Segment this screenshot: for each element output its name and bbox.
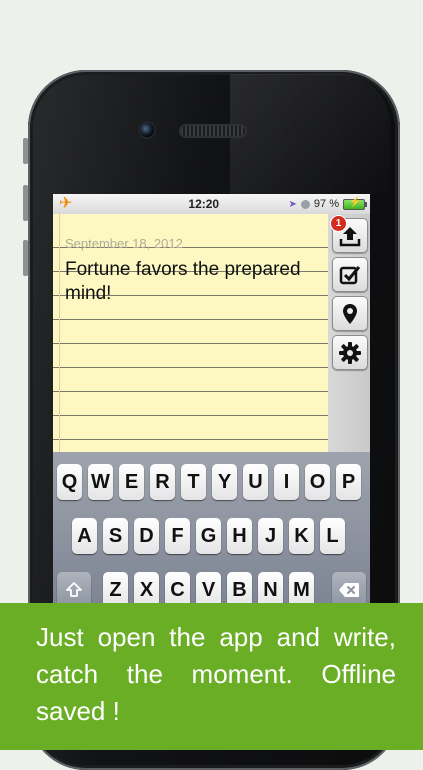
map-pin-icon — [343, 303, 357, 324]
location-arrow-icon: ➤ — [288, 198, 297, 210]
settings-button[interactable] — [332, 335, 368, 370]
upload-button[interactable]: 1 — [330, 215, 368, 253]
delete-key-icon — [339, 583, 359, 597]
note-paper[interactable]: September 18, 2012 Fortune favors the pr… — [53, 214, 329, 452]
upload-badge: 1 — [330, 215, 347, 232]
key-f[interactable]: F — [165, 518, 190, 554]
key-k[interactable]: K — [289, 518, 314, 554]
key-l[interactable]: L — [320, 518, 345, 554]
key-s[interactable]: S — [103, 518, 128, 554]
battery-percent: 97 % — [313, 198, 339, 210]
key-a[interactable]: A — [72, 518, 97, 554]
mute-switch — [23, 138, 28, 164]
caption-text: Just open the app and write, catch the m… — [36, 622, 396, 726]
key-i[interactable]: I — [274, 464, 299, 500]
airplane-icon: ✈ — [59, 195, 73, 212]
key-d[interactable]: D — [134, 518, 159, 554]
key-w[interactable]: W — [88, 464, 113, 500]
key-p[interactable]: P — [336, 464, 361, 500]
phone-screen: ✈ 12:20 ➤ 97 % ⚡ September 18, 2012 Fort… — [53, 194, 370, 614]
volume-up-button — [23, 185, 28, 221]
side-toolbar: 1 — [328, 214, 370, 452]
key-j[interactable]: J — [258, 518, 283, 554]
earpiece-speaker — [181, 126, 245, 136]
location-button[interactable] — [332, 296, 368, 331]
key-h[interactable]: H — [227, 518, 252, 554]
key-t[interactable]: T — [181, 464, 206, 500]
lock-rotation-icon — [300, 199, 310, 209]
shift-icon — [66, 582, 82, 597]
status-time: 12:20 — [188, 197, 220, 211]
key-u[interactable]: U — [243, 464, 268, 500]
keyboard: Q W E R T Y U I O P A S D F G H J K L Z … — [53, 452, 370, 614]
note-text[interactable]: Fortune favors the prepared mind! — [65, 258, 320, 306]
key-y[interactable]: Y — [212, 464, 237, 500]
volume-down-button — [23, 240, 28, 276]
checklist-button[interactable] — [332, 257, 368, 292]
key-q[interactable]: Q — [57, 464, 82, 500]
battery-icon: ⚡ — [343, 197, 367, 210]
gear-icon — [339, 341, 361, 364]
front-camera — [140, 123, 154, 137]
key-e[interactable]: E — [119, 464, 144, 500]
key-o[interactable]: O — [305, 464, 330, 500]
note-date: September 18, 2012 — [65, 236, 183, 251]
status-bar: ✈ 12:20 ➤ 97 % ⚡ — [53, 194, 370, 214]
key-r[interactable]: R — [150, 464, 175, 500]
checkbox-icon — [339, 265, 361, 284]
key-g[interactable]: G — [196, 518, 221, 554]
promo-caption: Just open the app and write, catch the m… — [0, 603, 423, 750]
